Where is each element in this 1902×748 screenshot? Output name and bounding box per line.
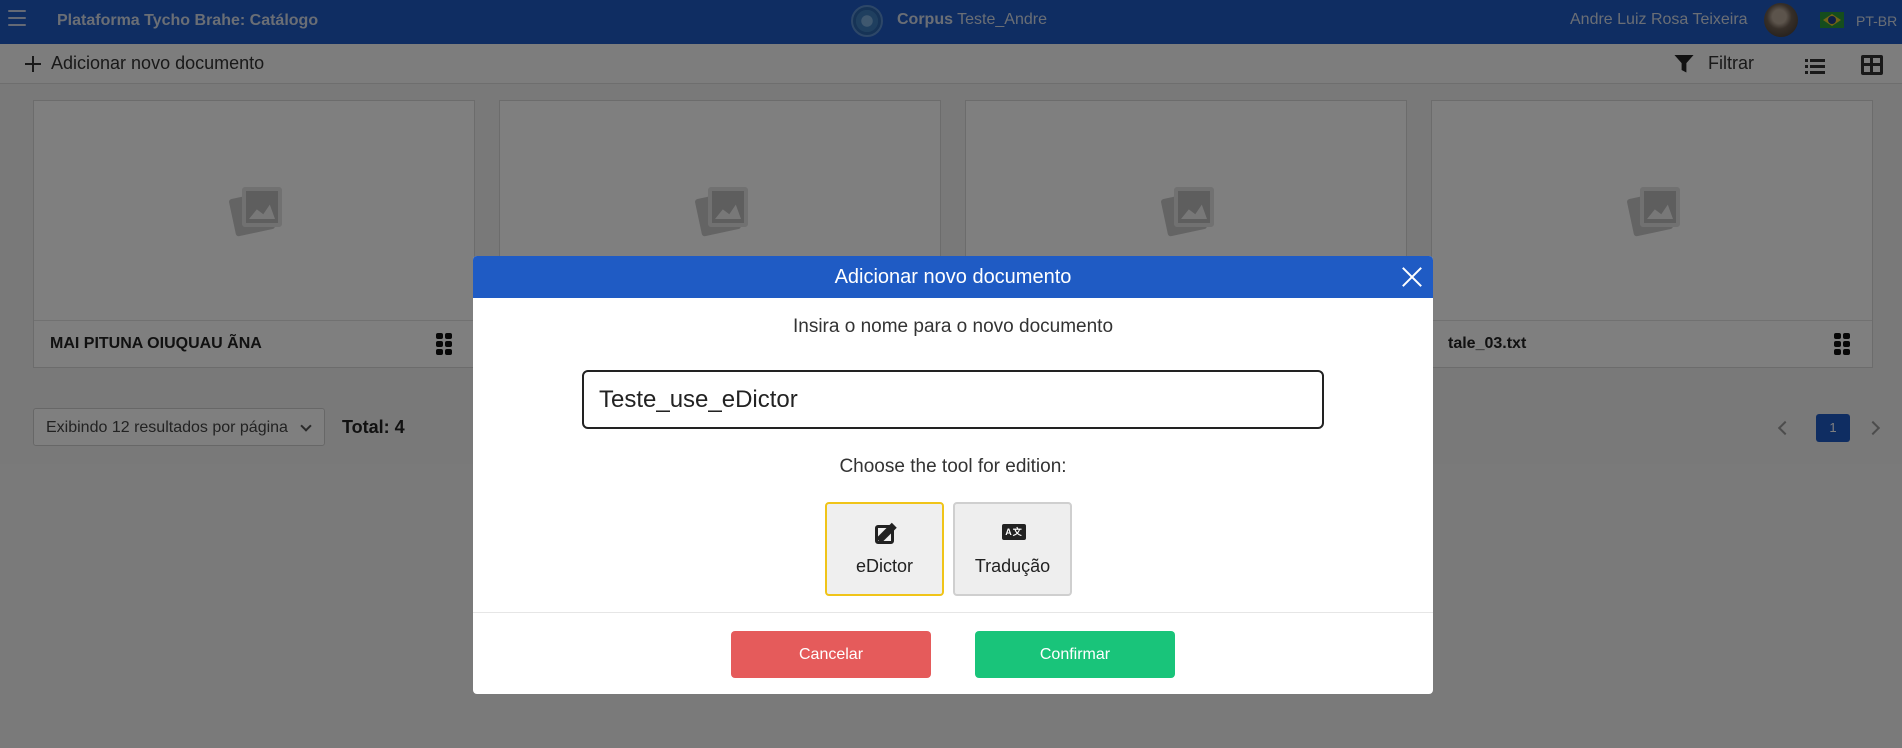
translate-icon: A文 xyxy=(1002,524,1026,540)
edit-icon xyxy=(875,522,899,546)
tool-option-edictor[interactable]: eDictor xyxy=(825,502,944,596)
tool-option-traducao[interactable]: A文 Tradução xyxy=(953,502,1072,596)
tool-label: Tradução xyxy=(974,556,1051,576)
close-icon[interactable] xyxy=(1401,266,1423,288)
cancel-button[interactable]: Cancelar xyxy=(731,631,931,678)
confirm-button[interactable]: Confirmar xyxy=(975,631,1175,678)
add-document-modal: Adicionar novo documento Insira o nome p… xyxy=(473,256,1433,694)
modal-divider xyxy=(473,612,1433,613)
choose-tool-label: Choose the tool for edition: xyxy=(839,456,1067,477)
document-name-input[interactable] xyxy=(582,370,1324,429)
modal-title: Adicionar novo documento xyxy=(834,266,1072,288)
modal-header: Adicionar novo documento xyxy=(473,256,1433,298)
tool-label: eDictor xyxy=(855,556,913,576)
document-name-prompt: Insira o nome para o novo documento xyxy=(792,316,1114,337)
